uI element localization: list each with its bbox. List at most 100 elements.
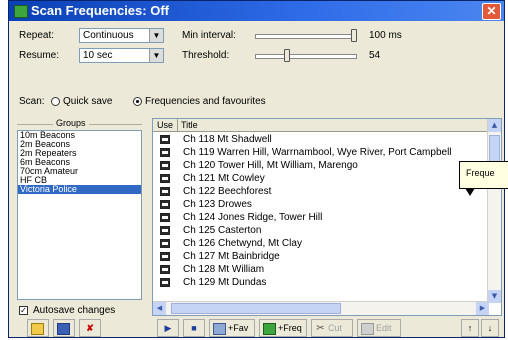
close-icon: ✕ [486, 4, 497, 18]
new-group-button[interactable] [27, 319, 49, 337]
repeat-label: Repeat: [19, 30, 55, 41]
horizontal-scroll-thumb[interactable] [171, 303, 341, 314]
frequency-title: Ch 123 Drowes [183, 199, 252, 210]
use-checkbox[interactable] [160, 239, 170, 248]
play-icon: ▶ [164, 323, 172, 333]
title-bar[interactable]: Scan Frequencies: Off ✕ [9, 1, 504, 21]
table-row[interactable]: Ch 129 Mt Dundas [153, 276, 489, 289]
frequency-title: Ch 122 Beechforest [183, 186, 272, 197]
autosave-checkbox[interactable]: ✓ [19, 306, 28, 315]
threshold-value: 54 [369, 50, 381, 61]
frequency-title: Ch 121 Mt Cowley [183, 173, 265, 184]
table-row[interactable]: Ch 126 Chetwynd, Mt Clay [153, 237, 489, 250]
add-freq-button[interactable]: +Freq [259, 319, 307, 337]
use-checkbox[interactable] [160, 200, 170, 209]
use-checkbox[interactable] [160, 135, 170, 144]
use-checkbox[interactable] [160, 226, 170, 235]
tooltip: Freque [459, 161, 508, 189]
table-row[interactable]: Ch 121 Mt Cowley [153, 172, 489, 185]
use-checkbox[interactable] [160, 252, 170, 261]
frequency-title: Ch 127 Mt Bainbridge [183, 251, 280, 262]
move-up-button[interactable]: ↑ [461, 319, 479, 337]
save-icon [57, 322, 70, 335]
arrow-up-icon: ↑ [467, 323, 473, 333]
folder-icon [31, 322, 44, 335]
groups-legend: Groups [53, 118, 89, 128]
frequencies-radio[interactable] [133, 97, 142, 106]
frequencies-label[interactable]: Frequencies and favourites [145, 96, 266, 107]
stop-button[interactable]: ■ [183, 319, 205, 337]
table-row[interactable]: Ch 125 Casterton [153, 224, 489, 237]
stop-icon: ■ [191, 323, 197, 333]
table-row[interactable]: Ch 122 Beechforest [153, 185, 489, 198]
resume-label: Resume: [19, 50, 60, 61]
resume-select[interactable]: 10 sec ▼ [79, 48, 164, 63]
min-interval-slider[interactable] [351, 29, 357, 42]
check-icon: ✓ [20, 306, 27, 315]
groups-box: Groups 10m Beacons 2m Beacons 2m Repeaters… [17, 118, 142, 303]
group-item[interactable]: Victoria Police [18, 185, 141, 194]
close-button[interactable]: ✕ [482, 3, 501, 20]
scroll-left-icon[interactable]: ◀ [153, 302, 166, 315]
app-icon [14, 5, 28, 18]
autosave-label[interactable]: Autosave changes [33, 305, 115, 316]
quick-save-label[interactable]: Quick save [63, 96, 112, 107]
delete-group-button[interactable]: ✘ [79, 319, 101, 337]
edit-icon [361, 322, 374, 335]
scroll-right-icon[interactable]: ▶ [476, 302, 489, 315]
cut-label: Cut [328, 323, 343, 333]
table-row[interactable]: Ch 127 Mt Bainbridge [153, 250, 489, 263]
use-checkbox[interactable] [160, 213, 170, 222]
scroll-down-icon[interactable]: ▼ [488, 290, 501, 303]
frequency-title: Ch 126 Chetwynd, Mt Clay [183, 238, 302, 249]
table-row[interactable]: Ch 120 Tower Hill, Mt William, Marengo [153, 159, 489, 172]
use-checkbox[interactable] [160, 265, 170, 274]
tooltip-tail [465, 188, 475, 196]
table-row[interactable]: Ch 119 Warren Hill, Warrnambool, Wye Riv… [153, 146, 489, 159]
min-interval-track [255, 34, 357, 39]
frequency-title: Ch 125 Casterton [183, 225, 262, 236]
use-checkbox[interactable] [160, 187, 170, 196]
favourites-icon [213, 322, 226, 335]
column-header-use[interactable]: Use [153, 119, 178, 131]
frequency-title: Ch 118 Mt Shadwell [183, 134, 272, 145]
frequency-title: Ch 119 Warren Hill, Warrnambool, Wye Riv… [183, 147, 452, 158]
scan-frequencies-window: Scan Frequencies: Off ✕ Repeat: Continuo… [8, 0, 508, 338]
quick-save-radio[interactable] [51, 97, 60, 106]
table-row[interactable]: Ch 123 Drowes [153, 198, 489, 211]
vertical-scrollbar[interactable]: ▲ ▼ [487, 119, 501, 303]
save-group-button[interactable] [53, 319, 75, 337]
add-fav-label: +Fav [228, 323, 249, 333]
window-title: Scan Frequencies: Off [31, 3, 169, 18]
cut-button[interactable]: ✂ Cut [311, 319, 353, 337]
resume-select-value: 10 sec [83, 50, 113, 61]
frequency-title: Ch 124 Jones Ridge, Tower Hill [183, 212, 323, 223]
use-checkbox[interactable] [160, 174, 170, 183]
scissors-icon: ✂ [316, 322, 325, 334]
table-row[interactable]: Ch 118 Mt Shadwell [153, 133, 489, 146]
column-header-title[interactable]: Title [181, 119, 198, 131]
frequency-title: Ch 129 Mt Dundas [183, 277, 267, 288]
threshold-slider[interactable] [283, 49, 290, 62]
chevron-down-icon[interactable]: ▼ [149, 29, 163, 42]
play-button[interactable]: ▶ [157, 319, 179, 337]
frequency-title: Ch 120 Tower Hill, Mt William, Marengo [183, 160, 358, 171]
scroll-up-icon[interactable]: ▲ [488, 119, 501, 132]
threshold-label: Threshold: [182, 50, 230, 61]
use-checkbox[interactable] [160, 148, 170, 157]
groups-list[interactable]: 10m Beacons 2m Beacons 2m Repeaters 6m Beac… [17, 130, 142, 300]
use-checkbox[interactable] [160, 278, 170, 287]
min-interval-label: Min interval: [182, 30, 236, 41]
repeat-select[interactable]: Continuous ▼ [79, 28, 164, 43]
arrow-down-icon: ↓ [487, 323, 493, 333]
horizontal-scrollbar[interactable]: ◀ ▶ [153, 301, 489, 315]
min-interval-value: 100 ms [369, 30, 402, 41]
use-checkbox[interactable] [160, 161, 170, 170]
frequency-table[interactable]: Use Title Ch 118 Mt Shadwell Ch 119 Warre… [152, 118, 502, 316]
chevron-down-icon[interactable]: ▼ [149, 49, 163, 62]
add-fav-button[interactable]: +Fav [209, 319, 255, 337]
table-row[interactable]: Ch 124 Jones Ridge, Tower Hill [153, 211, 489, 224]
table-row[interactable]: Ch 128 Mt William [153, 263, 489, 276]
move-down-button[interactable]: ↓ [481, 319, 499, 337]
edit-button[interactable]: Edit [357, 319, 401, 337]
